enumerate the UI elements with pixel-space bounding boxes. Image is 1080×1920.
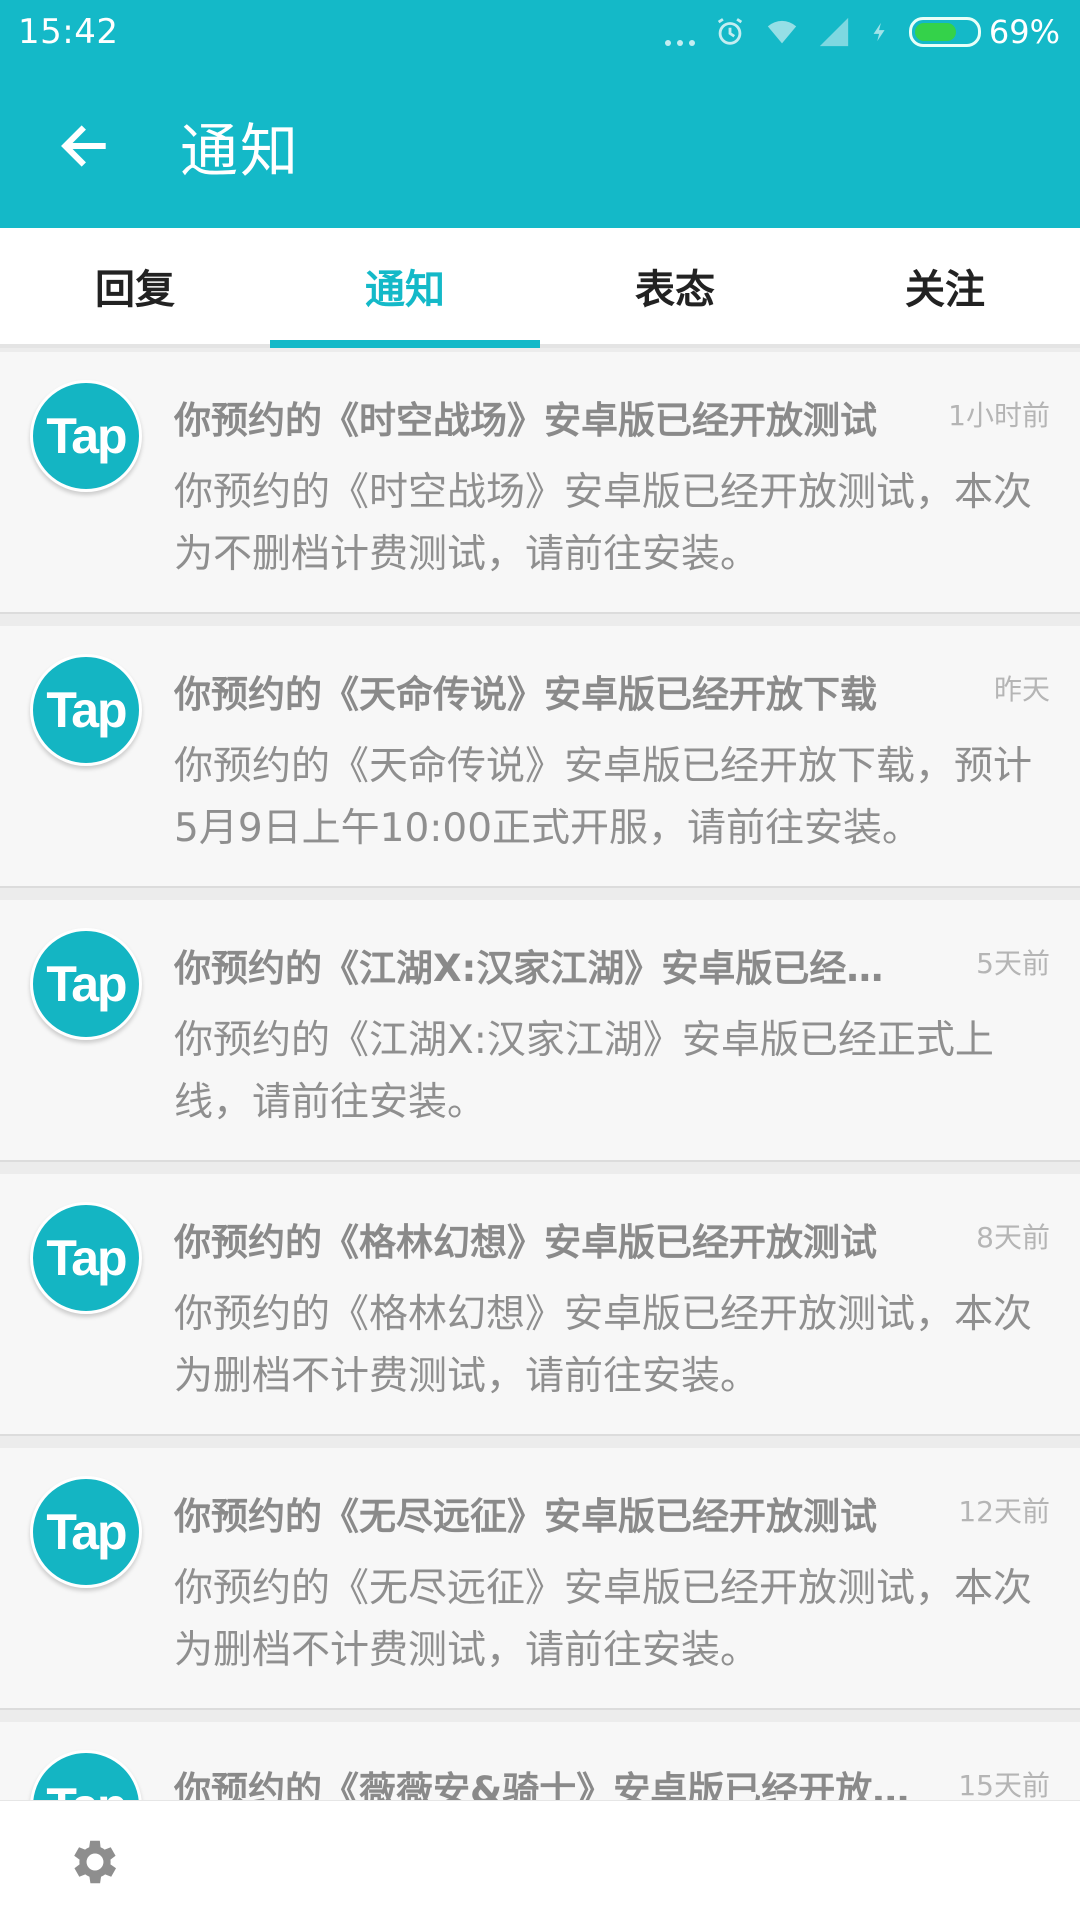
notification-body: 你预约的《江湖X:汉家江湖》安卓版已经正式上线，请前往安装。 — [174, 1018, 994, 1125]
notification-time: 12天前 — [958, 1495, 1050, 1528]
avatar: Tap — [30, 928, 142, 1040]
settings-button[interactable] — [62, 1829, 128, 1895]
battery-icon — [908, 17, 981, 47]
avatar-text: Tap — [46, 682, 127, 738]
avatar-text: Tap — [46, 1230, 127, 1286]
list-item[interactable]: Tap 你预约的《江湖X:汉家江湖》安卓版已经正式上线 5天前 你预约的《江湖X… — [0, 900, 1080, 1162]
status-time: 15:42 — [18, 12, 119, 52]
tab-reactions[interactable]: 表态 — [540, 228, 810, 344]
arrow-left-icon — [61, 125, 106, 167]
signal-icon — [819, 17, 849, 47]
notification-title: 你预约的《时空战场》安卓版已经开放测试 — [174, 399, 877, 442]
battery-fill — [914, 23, 957, 41]
notification-time: 昨天 — [993, 673, 1050, 706]
notification-body: 你预约的《天命传说》安卓版已经开放下载，预计5月9日上午10:00正式开服，请前… — [174, 744, 1033, 851]
back-button[interactable] — [34, 96, 134, 196]
notification-title: 你预约的《江湖X:汉家江湖》安卓版已经正式上线 — [174, 947, 914, 990]
avatar: Tap — [30, 380, 142, 492]
notification-body: 你预约的《时空战场》安卓版已经开放测试，本次为不删档计费测试，请前往安装。 — [174, 470, 1033, 577]
notification-time: 1小时前 — [948, 399, 1050, 432]
tab-following[interactable]: 关注 — [810, 228, 1080, 344]
avatar: Tap — [30, 654, 142, 766]
bottom-bar — [0, 1800, 1080, 1920]
battery-indicator: 69% — [908, 13, 1060, 51]
notification-body: 你预约的《格林幻想》安卓版已经开放测试，本次为删档不计费测试，请前往安装。 — [174, 1292, 1033, 1399]
notifications-screen: 15:42 69% 通知 回复 通知 表态 关注 Tap 你预约的《时空战场》安… — [0, 0, 1080, 1920]
list-item[interactable]: Tap 你预约的《格林幻想》安卓版已经开放测试 8天前 你预约的《格林幻想》安卓… — [0, 1174, 1080, 1436]
battery-percent: 69% — [988, 13, 1060, 51]
list-item[interactable]: Tap 你预约的《无尽远征》安卓版已经开放测试 12天前 你预约的《无尽远征》安… — [0, 1448, 1080, 1710]
app-toolbar: 通知 — [0, 64, 1080, 228]
page-title: 通知 — [180, 117, 301, 185]
list-item[interactable]: Tap 你预约的《时空战场》安卓版已经开放测试 1小时前 你预约的《时空战场》安… — [0, 352, 1080, 614]
gear-icon — [74, 1840, 117, 1884]
notification-body: 你预约的《无尽远征》安卓版已经开放测试，本次为删档不计费测试，请前往安装。 — [174, 1566, 1033, 1673]
notification-time: 5天前 — [976, 947, 1050, 980]
avatar: Tap — [30, 1476, 142, 1588]
notification-time: 15天前 — [958, 1769, 1050, 1802]
status-bar: 15:42 69% — [0, 0, 1080, 64]
avatar-text: Tap — [46, 408, 127, 464]
notification-title: 你预约的《格林幻想》安卓版已经开放测试 — [174, 1221, 877, 1264]
avatar-text: Tap — [46, 956, 127, 1012]
wifi-icon — [767, 20, 797, 44]
avatar: Tap — [30, 1202, 142, 1314]
tab-notifications[interactable]: 通知 — [270, 228, 540, 348]
charging-icon — [873, 22, 885, 42]
list-item[interactable]: Tap 你预约的《天命传说》安卓版已经开放下载 昨天 你预约的《天命传说》安卓版… — [0, 626, 1080, 888]
notification-time: 8天前 — [976, 1221, 1050, 1254]
dots-icon — [664, 18, 695, 46]
notification-title: 你预约的《天命传说》安卓版已经开放下载 — [174, 673, 877, 716]
notification-title: 你预约的《无尽远征》安卓版已经开放测试 — [174, 1495, 877, 1538]
alarm-icon — [717, 18, 742, 45]
status-icons: 69% — [664, 13, 1060, 51]
notification-list: Tap 你预约的《时空战场》安卓版已经开放测试 1小时前 你预约的《时空战场》安… — [0, 352, 1080, 1842]
tab-replies[interactable]: 回复 — [0, 228, 270, 344]
avatar-text: Tap — [46, 1504, 127, 1560]
tab-bar: 回复 通知 表态 关注 — [0, 228, 1080, 348]
